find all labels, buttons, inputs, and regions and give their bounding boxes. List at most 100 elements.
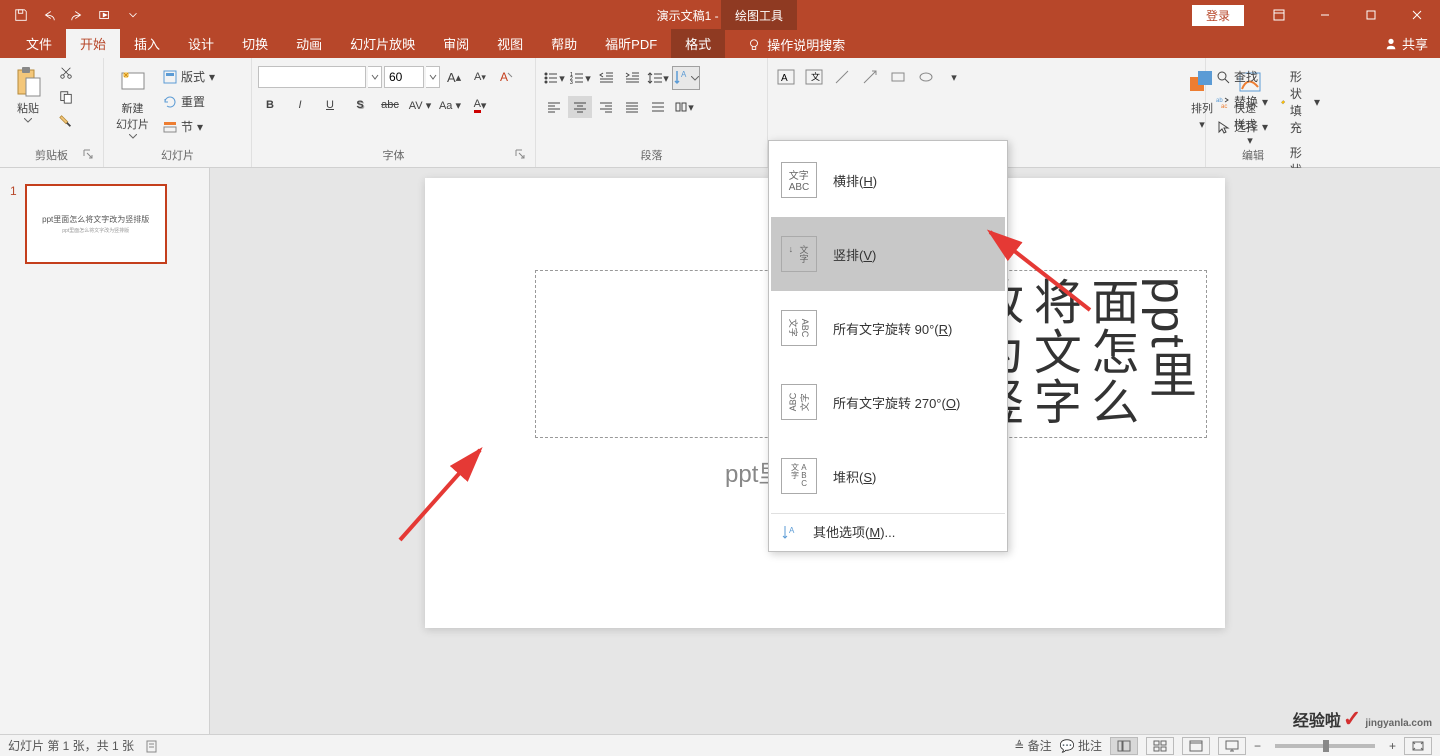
dialog-launcher-icon[interactable] xyxy=(81,149,95,163)
cut-button[interactable] xyxy=(54,62,78,84)
columns-button[interactable]: ▾ xyxy=(672,96,696,118)
dd-stacked[interactable]: 文 A字 B C 堆积(S) xyxy=(771,439,1005,513)
decrease-indent-button[interactable] xyxy=(594,67,618,89)
bold-button[interactable]: B xyxy=(258,94,282,116)
paste-button[interactable]: 粘贴 xyxy=(6,62,50,127)
shape-oval-icon[interactable] xyxy=(914,66,938,88)
spell-check-icon[interactable] xyxy=(146,739,160,753)
new-slide-button[interactable]: 新建 幻灯片 xyxy=(110,62,155,143)
shape-textbox-icon[interactable]: A xyxy=(774,66,798,88)
zoom-in-button[interactable]: + xyxy=(1389,739,1396,753)
work-area: 1 ppt里面怎么将文字改为竖排版 ppt里面怎么将文字改为竖排版 ppt里面怎… xyxy=(0,168,1440,734)
align-left-button[interactable] xyxy=(542,96,566,118)
numbering-button[interactable]: 123▾ xyxy=(568,67,592,89)
clipboard-icon xyxy=(14,66,42,98)
scissors-icon xyxy=(59,66,73,80)
shape-line-icon[interactable] xyxy=(830,66,854,88)
layout-button[interactable]: 版式 ▾ xyxy=(159,66,219,87)
select-button[interactable]: 选择 ▾ xyxy=(1212,116,1272,137)
share-button[interactable]: 共享 xyxy=(1384,34,1428,53)
close-icon[interactable] xyxy=(1394,0,1440,30)
tab-slideshow[interactable]: 幻灯片放映 xyxy=(336,29,429,58)
dd-rotate-90[interactable]: ABC文字 所有文字旋转 90°(R) xyxy=(771,291,1005,365)
tab-file[interactable]: 文件 xyxy=(12,29,66,58)
slide-thumbnail-panel[interactable]: 1 ppt里面怎么将文字改为竖排版 ppt里面怎么将文字改为竖排版 xyxy=(0,168,210,734)
reading-view-button[interactable] xyxy=(1182,737,1210,755)
tab-review[interactable]: 审阅 xyxy=(429,29,483,58)
undo-icon[interactable] xyxy=(38,4,60,26)
tab-insert[interactable]: 插入 xyxy=(120,29,174,58)
shape-vertical-textbox-icon[interactable]: 文 xyxy=(802,66,826,88)
notes-button[interactable]: ≜ 备注 xyxy=(1014,737,1051,754)
login-button[interactable]: 登录 xyxy=(1192,5,1244,26)
section-icon xyxy=(163,120,177,134)
increase-font-button[interactable]: A▴ xyxy=(442,66,466,88)
shape-rect-icon[interactable] xyxy=(886,66,910,88)
tab-design[interactable]: 设计 xyxy=(174,29,228,58)
ribbon-display-options-icon[interactable] xyxy=(1256,0,1302,30)
align-right-button[interactable] xyxy=(594,96,618,118)
dd-horizontal[interactable]: 文字ABC 横排(H) xyxy=(771,143,1005,217)
clear-formatting-button[interactable]: A xyxy=(494,66,518,88)
font-name-input[interactable] xyxy=(258,66,366,88)
dd-vertical[interactable]: 文字→ 竖排(V) xyxy=(771,217,1005,291)
align-center-button[interactable] xyxy=(568,96,592,118)
font-size-input[interactable]: 60 xyxy=(384,66,424,88)
tell-me-search[interactable]: 操作说明搜索 xyxy=(733,31,859,58)
font-color-button[interactable]: A ▾ xyxy=(468,94,492,116)
zoom-out-button[interactable]: − xyxy=(1254,739,1261,753)
dd-rotate-270[interactable]: ABC文字 所有文字旋转 270°(O) xyxy=(771,365,1005,439)
format-painter-button[interactable] xyxy=(54,110,78,132)
line-spacing-button[interactable]: ▾ xyxy=(646,67,670,89)
zoom-slider[interactable] xyxy=(1275,744,1375,748)
tab-format[interactable]: 格式 xyxy=(671,29,725,58)
redo-icon[interactable] xyxy=(66,4,88,26)
save-icon[interactable] xyxy=(10,4,32,26)
reset-button[interactable]: 重置 xyxy=(159,91,219,112)
find-button[interactable]: 查找 xyxy=(1212,66,1272,87)
group-slides: 新建 幻灯片 版式 ▾ 重置 节 ▾ 幻灯片 xyxy=(104,58,252,167)
fit-to-window-button[interactable] xyxy=(1404,737,1432,755)
tab-foxit-pdf[interactable]: 福昕PDF xyxy=(591,29,671,58)
section-button[interactable]: 节 ▾ xyxy=(159,116,219,137)
maximize-icon[interactable] xyxy=(1348,0,1394,30)
bullets-button[interactable]: ▾ xyxy=(542,67,566,89)
chevron-down-icon[interactable] xyxy=(426,66,440,88)
slideshow-view-button[interactable] xyxy=(1218,737,1246,755)
text-direction-button[interactable]: A xyxy=(672,66,700,90)
chevron-down-icon[interactable] xyxy=(368,66,382,88)
increase-indent-button[interactable] xyxy=(620,67,644,89)
char-spacing-button[interactable]: AV ▾ xyxy=(408,94,432,116)
italic-button[interactable]: I xyxy=(288,94,312,116)
tab-animations[interactable]: 动画 xyxy=(282,29,336,58)
minimize-icon[interactable] xyxy=(1302,0,1348,30)
start-from-beginning-icon[interactable] xyxy=(94,4,116,26)
ribbon-tabs: 文件 开始 插入 设计 切换 动画 幻灯片放映 审阅 视图 帮助 福昕PDF 格… xyxy=(0,30,1440,58)
qat-dropdown-icon[interactable] xyxy=(122,4,144,26)
new-slide-icon xyxy=(118,67,148,97)
distribute-button[interactable] xyxy=(646,96,670,118)
shapes-more-icon[interactable]: ▾ xyxy=(942,66,966,88)
tab-help[interactable]: 帮助 xyxy=(537,29,591,58)
rotate-90-icon: ABC文字 xyxy=(781,310,817,346)
replace-button[interactable]: abac替换 ▾ xyxy=(1212,91,1272,112)
dialog-launcher-icon[interactable] xyxy=(513,149,527,163)
strikethrough-button[interactable]: abc xyxy=(378,94,402,116)
thumbnail-preview[interactable]: ppt里面怎么将文字改为竖排版 ppt里面怎么将文字改为竖排版 xyxy=(25,184,167,264)
sorter-view-button[interactable] xyxy=(1146,737,1174,755)
tab-home[interactable]: 开始 xyxy=(66,29,120,58)
tab-transitions[interactable]: 切换 xyxy=(228,29,282,58)
distribute-icon xyxy=(651,101,665,113)
tab-view[interactable]: 视图 xyxy=(483,29,537,58)
underline-button[interactable]: U xyxy=(318,94,342,116)
change-case-button[interactable]: Aa ▾ xyxy=(438,94,462,116)
slide-thumbnail[interactable]: 1 ppt里面怎么将文字改为竖排版 ppt里面怎么将文字改为竖排版 xyxy=(10,184,199,264)
comments-button[interactable]: 💬 批注 xyxy=(1060,737,1102,754)
decrease-font-button[interactable]: A▾ xyxy=(468,66,492,88)
shape-arrow-icon[interactable] xyxy=(858,66,882,88)
normal-view-button[interactable] xyxy=(1110,737,1138,755)
shadow-button[interactable]: S xyxy=(348,94,372,116)
dd-more-options[interactable]: A 其他选项(M)... xyxy=(771,513,1005,549)
justify-button[interactable] xyxy=(620,96,644,118)
copy-button[interactable] xyxy=(54,86,78,108)
